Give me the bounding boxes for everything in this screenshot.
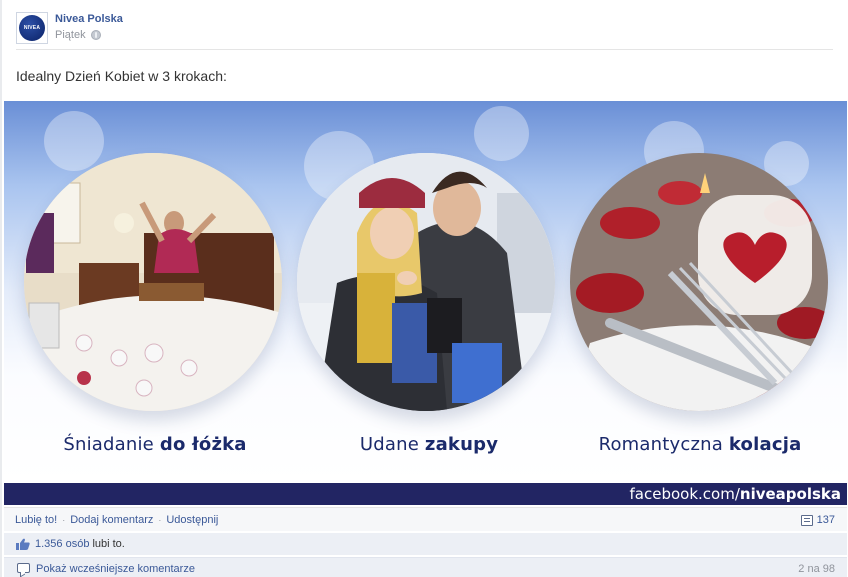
post-message: Idealny Dzień Kobiet w 3 krokach:: [16, 68, 227, 84]
page-name-link[interactable]: Nivea Polska: [55, 13, 123, 25]
comment-bubble-icon: [17, 563, 30, 573]
action-links: Lubię to! · Dodaj komentarz · Udostępnij: [15, 514, 218, 526]
post-header: NIVEA Nivea Polska Piątek: [16, 12, 846, 50]
post-image[interactable]: Śniadanie do łóżka Udane zakupy Romantyc…: [4, 101, 847, 505]
page-edge: [0, 0, 2, 577]
avatar[interactable]: NIVEA: [16, 12, 48, 44]
breakfast-in-bed-photo: [24, 153, 282, 411]
logo-text: NIVEA: [23, 25, 41, 31]
comments-row: Pokaż wcześniejsze komentarze 2 na 98: [4, 557, 847, 577]
share-link[interactable]: Udostępnij: [166, 514, 218, 526]
like-link[interactable]: Lubię to!: [15, 514, 57, 526]
likes-text: 1.356 osób lubi to.: [35, 538, 125, 550]
separator-dot: ·: [62, 515, 66, 525]
globe-icon: [90, 30, 101, 40]
comments-count: 2 na 98: [798, 563, 835, 575]
share-count-value: 137: [816, 514, 835, 526]
banner-url: facebook.com/niveapolska: [629, 485, 841, 503]
shopping-couple-photo: [297, 153, 555, 411]
post-timestamp[interactable]: Piątek: [55, 29, 86, 41]
share-count[interactable]: 137: [800, 514, 835, 526]
post-actions-bar: Lubię to! · Dodaj komentarz · Udostępnij…: [4, 507, 847, 531]
thumbs-up-icon: [16, 538, 30, 550]
caption-dinner: Romantyczna kolacja: [598, 434, 802, 455]
header-divider: [16, 49, 833, 50]
comment-link[interactable]: Dodaj komentarz: [70, 514, 153, 526]
likes-count-link[interactable]: 1.356 osób: [35, 538, 89, 550]
caption-shopping: Udane zakupy: [359, 434, 499, 455]
facebook-url-banner: facebook.com/niveapolska: [4, 483, 847, 505]
nivea-logo-icon: NIVEA: [19, 15, 45, 41]
bokeh-light: [44, 111, 104, 171]
post-meta: Piątek: [55, 29, 101, 41]
show-earlier-comments-link[interactable]: Pokaż wcześniejsze komentarze: [36, 563, 195, 575]
likes-row: 1.356 osób lubi to.: [4, 533, 847, 555]
romantic-dinner-photo: [570, 153, 828, 411]
likes-suffix: lubi to.: [92, 538, 125, 550]
separator-dot: ·: [158, 515, 162, 525]
share-icon: [800, 514, 813, 526]
caption-breakfast: Śniadanie do łóżka: [63, 434, 247, 455]
bokeh-light: [474, 106, 529, 161]
